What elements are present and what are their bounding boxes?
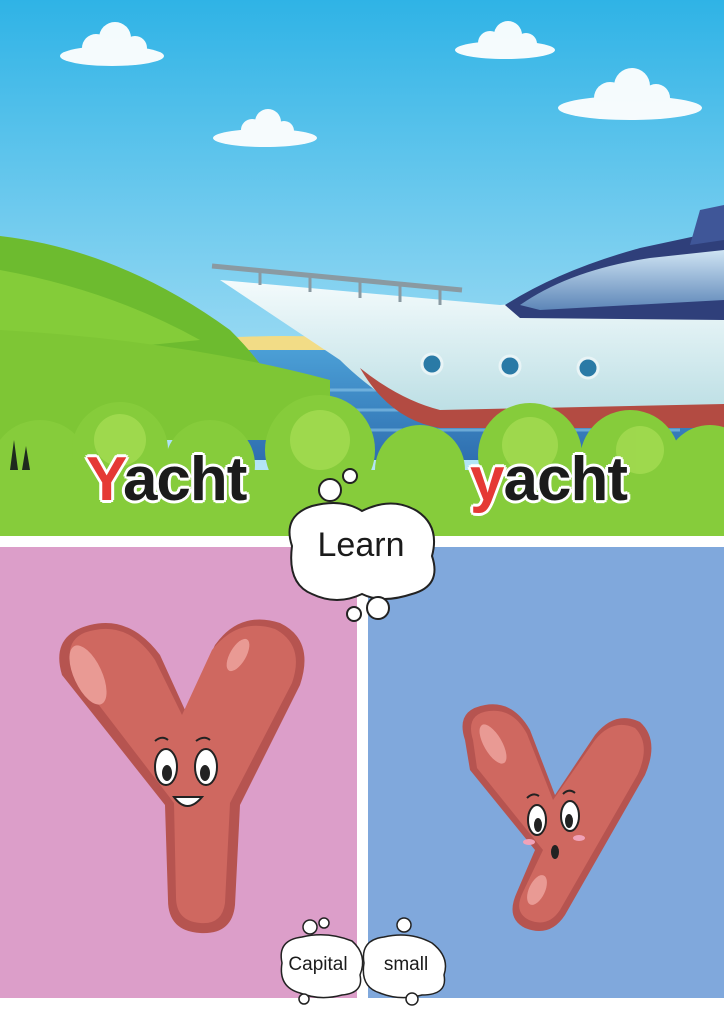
- word-capital: Yacht: [86, 444, 247, 515]
- word-small-first-letter: y: [470, 445, 504, 514]
- word-capital-first-letter: Y: [86, 445, 124, 514]
- small-label: small: [383, 954, 429, 975]
- word-small: yacht: [470, 444, 628, 515]
- word-small-rest: acht: [503, 445, 627, 514]
- capital-label: Capital: [288, 954, 348, 975]
- word-capital-rest: acht: [122, 445, 247, 514]
- capital-y-character: [59, 619, 305, 934]
- small-y-character: [462, 704, 652, 932]
- learn-label: Learn: [317, 526, 405, 564]
